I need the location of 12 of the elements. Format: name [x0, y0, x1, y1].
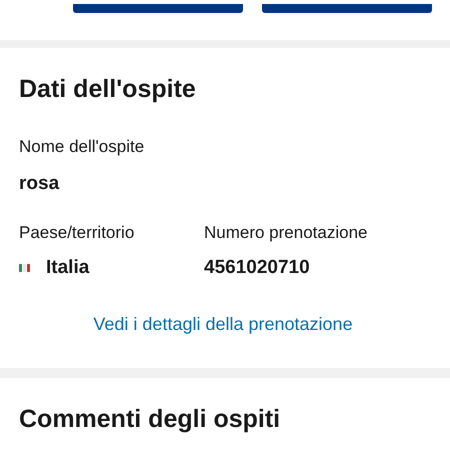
field-label: Numero prenotazione: [204, 223, 368, 243]
field-label: Nome dell'ospite: [19, 137, 146, 157]
flag-icon: [19, 264, 30, 272]
field-value: Italia: [46, 257, 90, 279]
field-label: Paese/territorio: [19, 223, 136, 243]
button[interactable]: [262, 4, 432, 13]
field-value: 4561020710: [204, 257, 311, 279]
section-title: Commenti degli ospiti: [19, 404, 282, 434]
booking-details-link[interactable]: Vedi i dettagli della prenotazione: [93, 313, 353, 335]
section-title: Dati dell'ospite: [19, 74, 197, 104]
field-value: rosa: [19, 173, 60, 195]
button[interactable]: [73, 4, 243, 13]
